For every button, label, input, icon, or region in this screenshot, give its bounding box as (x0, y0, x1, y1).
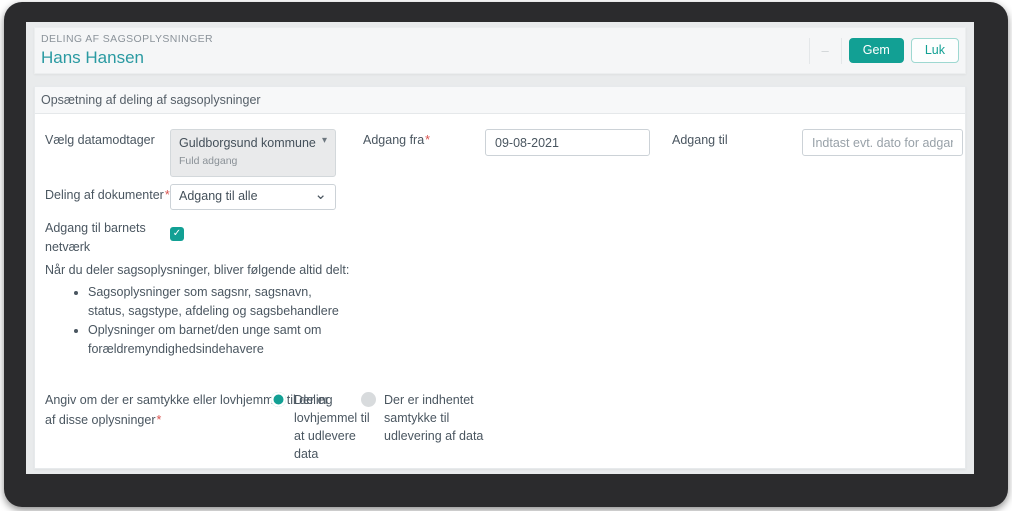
chevron-down-icon: ▾ (322, 135, 327, 146)
access-to-label: Adgang til (672, 131, 728, 150)
section-body: Vælg datamodtager Guldborgsund kommune ▾… (35, 114, 965, 468)
divider (841, 38, 842, 64)
section-title: Opsætning af deling af sagsoplysninger (35, 87, 965, 114)
sharing-settings-section: Opsætning af deling af sagsoplysninger V… (34, 86, 966, 469)
recipient-dropdown[interactable]: Guldborgsund kommune ▾ Fuld adgang (170, 129, 336, 177)
document-sharing-select[interactable]: Adgang til alle ⌄ (170, 184, 336, 210)
access-from-date-input[interactable] (485, 129, 650, 156)
required-marker: * (425, 133, 430, 147)
document-sharing-select-value: Adgang til alle (179, 189, 258, 203)
screenshot-stage: DELING AF SAGSOPLYSNINGER Hans Hansen – … (0, 0, 1012, 511)
checkmark-icon: ✓ (173, 228, 181, 239)
page-header: DELING AF SAGSOPLYSNINGER Hans Hansen – … (34, 27, 966, 74)
list-item: Oplysninger om barnet/den unge samt om f… (88, 321, 344, 359)
document-sharing-label: Deling af dokumenter* (45, 186, 170, 205)
radio-label: Der er indhentet samtykke til udlevering… (384, 391, 494, 445)
required-marker: * (156, 413, 161, 427)
radio-selected-icon (271, 392, 286, 407)
radio-samtykke[interactable]: Der er indhentet samtykke til udlevering… (361, 391, 494, 445)
app-background: DELING AF SAGSOPLYSNINGER Hans Hansen – … (26, 22, 974, 474)
recipient-dropdown-value: Guldborgsund kommune (179, 136, 327, 150)
close-button[interactable]: Luk (911, 38, 959, 64)
page-header-titles: DELING AF SAGSOPLYSNINGER Hans Hansen (41, 33, 213, 68)
recipient-access-level: Fuld adgang (179, 155, 327, 167)
always-shared-info: Når du deler sagsoplysninger, bliver føl… (45, 261, 367, 359)
save-button[interactable]: Gem (849, 38, 904, 64)
always-shared-list: Sagsoplysninger som sagsnr, sagsnavn, st… (45, 283, 367, 359)
radio-unselected-icon (361, 392, 376, 407)
always-shared-intro: Når du deler sagsoplysninger, bliver føl… (45, 261, 367, 280)
chevron-down-icon: ⌄ (314, 185, 327, 203)
access-to-date-input[interactable] (802, 129, 963, 156)
required-marker: * (165, 188, 170, 202)
breadcrumb-label: DELING AF SAGSOPLYSNINGER (41, 33, 213, 45)
recipient-label: Vælg datamodtager (45, 131, 155, 150)
network-access-label: Adgang til barnets netværk (45, 219, 163, 257)
network-access-checkbox[interactable]: ✓ (170, 227, 184, 241)
access-from-label: Adgang fra* (363, 131, 430, 150)
header-actions: – Gem Luk (809, 38, 959, 64)
minimize-dash-icon: – (810, 38, 841, 64)
window-frame: DELING AF SAGSOPLYSNINGER Hans Hansen – … (4, 2, 1008, 507)
page-title: Hans Hansen (41, 48, 213, 68)
list-item: Sagsoplysninger som sagsnr, sagsnavn, st… (88, 283, 344, 321)
